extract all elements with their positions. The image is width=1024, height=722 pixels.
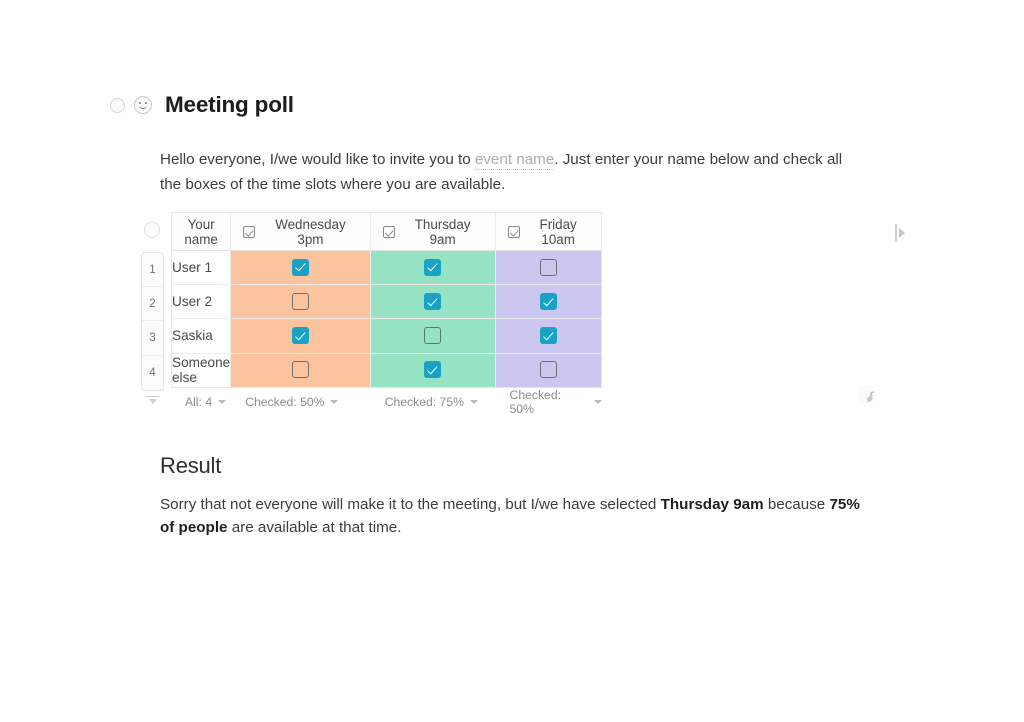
slot-cell-wednesday[interactable]: [231, 353, 371, 388]
select-all-circle-icon[interactable]: [144, 222, 160, 238]
result-text-3: are available at that time.: [227, 519, 402, 536]
poll-page: Meeting poll Hello everyone, I/we would …: [0, 0, 1024, 722]
availability-checkbox[interactable]: [291, 258, 309, 276]
circle-bullet-icon[interactable]: [110, 97, 125, 113]
column-header-name[interactable]: Your name: [171, 212, 232, 251]
row-gutter: 1 2 3 4: [138, 212, 166, 404]
column-header-label: Friday 10am: [539, 216, 577, 247]
page-heading: Meeting poll: [110, 92, 294, 117]
smiley-mouth: [139, 105, 147, 110]
summary-label: Checked: 75%: [384, 394, 464, 409]
poll-grid: Your name Wednesday 3pm Thursday 9am Fri…: [171, 212, 602, 416]
availability-checkbox[interactable]: [539, 293, 557, 311]
column-header-wednesday[interactable]: Wednesday 3pm: [231, 212, 371, 251]
column-header-label: Wednesday 3pm: [275, 216, 346, 247]
event-name-placeholder[interactable]: event name: [474, 151, 555, 170]
availability-checkbox[interactable]: [424, 293, 442, 311]
availability-checkbox[interactable]: [424, 361, 442, 379]
row-number[interactable]: 2: [142, 287, 163, 322]
summary-cell-thursday[interactable]: Checked: 75%: [371, 388, 496, 416]
resize-grip-icon[interactable]: [858, 386, 874, 402]
column-header-thursday[interactable]: Thursday 9am: [370, 212, 496, 251]
name-cell[interactable]: Saskia: [171, 319, 232, 354]
summary-row: All: 4 Checked: 50% Checked: 75% Checked…: [171, 388, 602, 416]
table-row: User 2: [171, 285, 602, 320]
handle-stem: [895, 224, 897, 242]
add-column-handle-icon[interactable]: [895, 222, 909, 244]
availability-checkbox[interactable]: [291, 293, 309, 311]
column-header-label: Your name: [184, 216, 218, 247]
result-text-1: Sorry that not everyone will make it to …: [160, 496, 661, 513]
handle-triangle: [899, 228, 905, 238]
availability-checkbox[interactable]: [424, 258, 442, 276]
table-row: User 1: [171, 251, 602, 286]
table-body: User 1 User 2 Saskia Someone else: [171, 251, 602, 388]
availability-checkbox[interactable]: [539, 361, 557, 379]
summary-cell-friday[interactable]: Checked: 50%: [496, 388, 602, 416]
row-number[interactable]: 1: [142, 253, 163, 288]
table-row: Saskia: [171, 319, 602, 354]
slot-cell-friday[interactable]: [495, 251, 602, 286]
table-header-row: Your name Wednesday 3pm Thursday 9am Fri…: [171, 212, 602, 251]
slot-cell-friday[interactable]: [495, 319, 602, 354]
intro-paragraph: Hello everyone, I/we would like to invit…: [160, 147, 860, 197]
row-number-strip: 1 2 3 4: [141, 252, 164, 391]
checkbox-checked-icon: [243, 225, 256, 238]
chevron-down-icon[interactable]: [469, 399, 478, 404]
collapse-bar: [145, 395, 160, 398]
row-number[interactable]: 3: [142, 321, 163, 356]
intro-text-before: Hello everyone, I/we would like to invit…: [160, 151, 475, 168]
slot-cell-friday[interactable]: [495, 353, 602, 388]
page-title: Meeting poll: [165, 92, 294, 117]
summary-cell-name[interactable]: All: 4: [171, 388, 231, 416]
result-selected-slot: Thursday 9am: [660, 496, 764, 513]
chevron-down-icon[interactable]: [330, 399, 339, 404]
summary-cell-wednesday[interactable]: Checked: 50%: [231, 388, 370, 416]
chevron-down-icon[interactable]: [218, 399, 227, 404]
chevron-down-icon[interactable]: [593, 399, 602, 404]
collapse-rows-icon[interactable]: [141, 395, 164, 404]
name-cell[interactable]: User 2: [171, 285, 232, 320]
name-cell[interactable]: Someone else: [171, 353, 232, 388]
availability-checkbox[interactable]: [291, 327, 309, 345]
slot-cell-thursday[interactable]: [370, 319, 496, 354]
summary-label: Checked: 50%: [245, 394, 325, 409]
slot-cell-friday[interactable]: [495, 285, 602, 320]
checkbox-checked-icon: [382, 225, 395, 238]
column-header-friday[interactable]: Friday 10am: [495, 212, 602, 251]
slot-cell-wednesday[interactable]: [231, 285, 371, 320]
availability-checkbox[interactable]: [291, 361, 309, 379]
column-header-label: Thursday 9am: [414, 216, 471, 247]
availability-checkbox[interactable]: [424, 327, 442, 345]
slot-cell-thursday[interactable]: [370, 251, 496, 286]
smiley-face-icon[interactable]: [134, 96, 152, 115]
name-cell[interactable]: User 1: [171, 251, 232, 286]
row-number[interactable]: 4: [142, 355, 163, 390]
collapse-caret: [148, 398, 157, 404]
result-heading: Result: [160, 453, 222, 478]
result-paragraph: Sorry that not everyone will make it to …: [160, 493, 860, 539]
checkbox-checked-icon: [507, 225, 520, 238]
summary-label: Checked: 50%: [509, 387, 562, 416]
availability-checkbox[interactable]: [539, 327, 557, 345]
summary-label: All: 4: [185, 394, 213, 409]
result-text-2: because: [763, 496, 830, 513]
slot-cell-thursday[interactable]: [370, 353, 496, 388]
slot-cell-wednesday[interactable]: [231, 319, 371, 354]
table-row: Someone else: [171, 353, 602, 388]
slot-cell-thursday[interactable]: [370, 285, 496, 320]
availability-checkbox[interactable]: [539, 258, 557, 276]
table-footer: All: 4 Checked: 50% Checked: 75% Checked…: [171, 388, 602, 416]
slot-cell-wednesday[interactable]: [231, 251, 371, 286]
